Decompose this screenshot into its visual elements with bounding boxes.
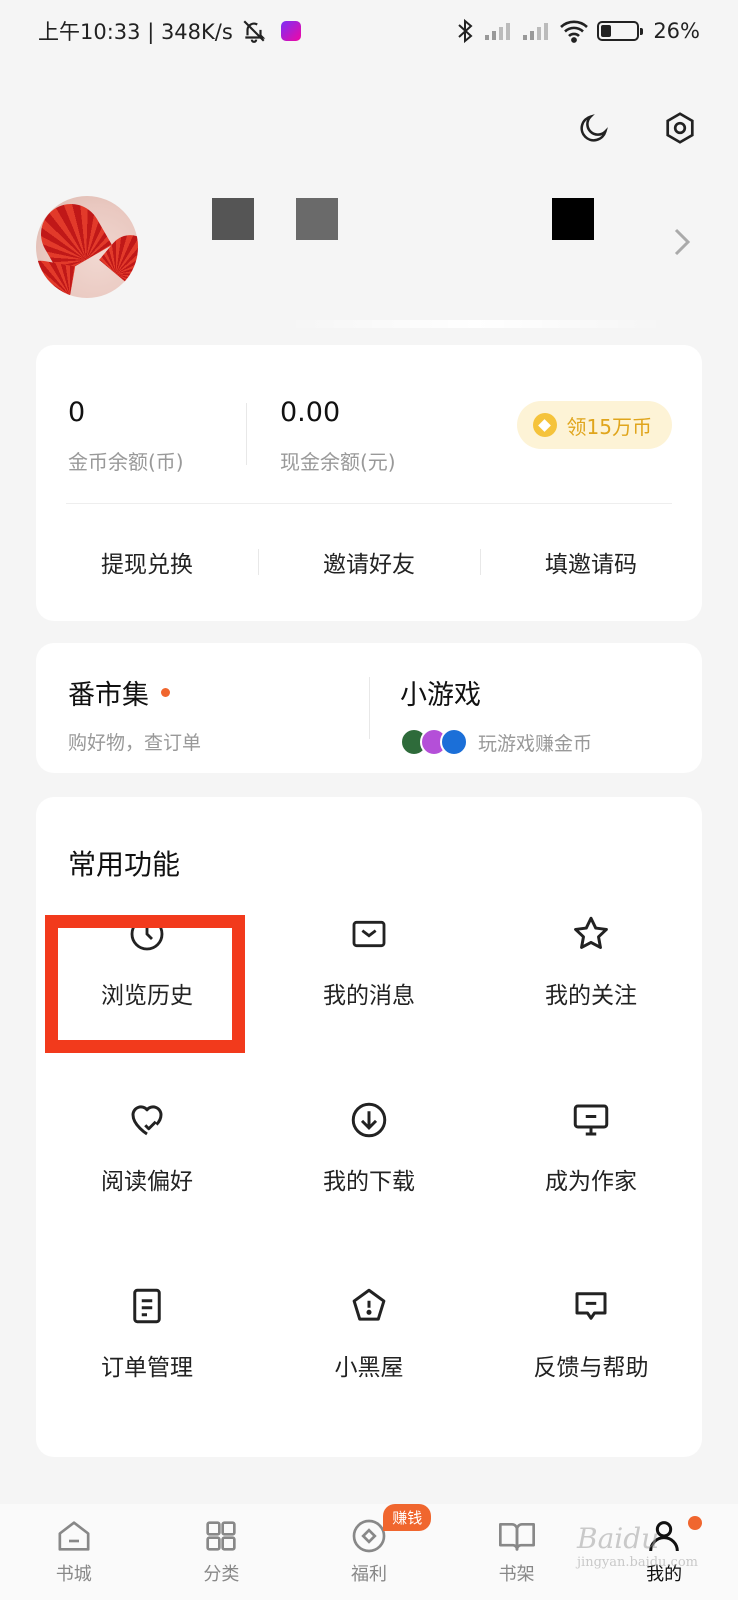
bluetooth-icon bbox=[458, 18, 473, 44]
game-avatars bbox=[400, 728, 468, 756]
tab-label: 福利 bbox=[350, 1564, 387, 1585]
feature-my-messages[interactable]: 我的消息 bbox=[258, 912, 480, 1010]
cash-balance-label: 现金余额(元) bbox=[280, 450, 396, 474]
avatar[interactable] bbox=[36, 196, 138, 298]
watermark-site: jingyan.baidu.com bbox=[577, 1555, 698, 1570]
night-mode-button[interactable] bbox=[574, 108, 614, 148]
mini-games-entry[interactable]: 小游戏 玩游戏赚金币 bbox=[400, 673, 592, 756]
common-features-card: 常用功能 浏览历史 我的消息 我的关注 阅读偏好 我的下载 成为作家 订单管理 … bbox=[36, 797, 702, 1457]
mail-icon bbox=[352, 920, 386, 948]
enter-invite-code-button[interactable]: 填邀请码 bbox=[480, 545, 702, 579]
coin-icon bbox=[532, 413, 557, 437]
feature-reading-preference[interactable]: 阅读偏好 bbox=[36, 1098, 258, 1196]
market-subtitle: 购好物，查订单 bbox=[68, 732, 202, 754]
profile-row[interactable] bbox=[36, 192, 702, 328]
redacted-block bbox=[212, 198, 254, 240]
game-icon bbox=[440, 728, 468, 756]
signal-icon-2 bbox=[523, 23, 549, 40]
new-dot-icon bbox=[161, 688, 170, 697]
feature-label: 阅读偏好 bbox=[101, 1169, 193, 1195]
claim-coins-button[interactable]: 领15万币 bbox=[516, 401, 672, 449]
watermark-brand: Baidu bbox=[577, 1522, 660, 1555]
highlight-box bbox=[45, 915, 245, 1053]
chevron-right-icon bbox=[674, 228, 691, 256]
settings-button[interactable] bbox=[660, 108, 700, 148]
games-subtitle: 玩游戏赚金币 bbox=[478, 732, 593, 755]
feature-label: 订单管理 bbox=[101, 1355, 193, 1381]
feature-feedback-help[interactable]: 反馈与帮助 bbox=[480, 1284, 702, 1382]
coin-balance-value: 0 bbox=[68, 397, 86, 428]
profile-underline bbox=[286, 320, 666, 328]
feature-order-management[interactable]: 订单管理 bbox=[36, 1284, 258, 1382]
tab-label: 分类 bbox=[203, 1564, 240, 1585]
status-left: 上午10:33 | 348K/s bbox=[38, 16, 301, 46]
feature-blacklist[interactable]: 小黑屋 bbox=[258, 1284, 480, 1382]
app-notification-icon bbox=[280, 21, 301, 41]
tab-welfare[interactable]: 福利 赚钱 bbox=[295, 1504, 443, 1600]
promo-card: 番市集 购好物，查订单 小游戏 玩游戏赚金币 bbox=[36, 643, 702, 773]
market-title: 番市集 bbox=[68, 680, 149, 711]
claim-coins-label: 领15万币 bbox=[566, 414, 652, 439]
cash-balance-value: 0.00 bbox=[280, 397, 341, 428]
tab-label: 书城 bbox=[55, 1564, 92, 1585]
battery-percent: 26% bbox=[653, 19, 700, 43]
tab-label: 书架 bbox=[498, 1564, 535, 1585]
moon-icon bbox=[580, 114, 608, 142]
status-time-speed: 上午10:33 | 348K/s bbox=[38, 20, 233, 44]
header-actions bbox=[574, 108, 700, 148]
profile-arrow[interactable] bbox=[672, 224, 692, 264]
feature-my-follows[interactable]: 我的关注 bbox=[480, 912, 702, 1010]
feature-label: 成为作家 bbox=[545, 1169, 637, 1195]
chat-alert-icon bbox=[575, 1292, 607, 1320]
feature-label: 我的下载 bbox=[323, 1169, 415, 1195]
pentagon-alert-icon bbox=[352, 1288, 386, 1321]
star-icon bbox=[574, 916, 608, 949]
games-title: 小游戏 bbox=[400, 680, 481, 711]
grid-icon bbox=[206, 1521, 237, 1551]
market-entry[interactable]: 番市集 购好物，查订单 bbox=[68, 673, 201, 755]
tab-bookshelf[interactable]: 书架 bbox=[443, 1504, 591, 1600]
feature-label: 我的关注 bbox=[545, 983, 637, 1009]
status-bar: 上午10:33 | 348K/s 26% bbox=[0, 0, 738, 62]
divider bbox=[246, 403, 247, 465]
tab-category[interactable]: 分类 bbox=[148, 1504, 296, 1600]
feature-label: 我的消息 bbox=[323, 983, 415, 1009]
home-icon bbox=[58, 1521, 90, 1551]
feature-become-writer[interactable]: 成为作家 bbox=[480, 1098, 702, 1196]
baidu-watermark: Baidu jingyan.baidu.com bbox=[577, 1522, 698, 1570]
wifi-icon bbox=[560, 20, 589, 43]
feature-label: 反馈与帮助 bbox=[533, 1355, 649, 1381]
divider bbox=[369, 677, 370, 739]
monitor-icon bbox=[573, 1104, 609, 1136]
document-icon bbox=[133, 1288, 161, 1324]
mute-bell-icon bbox=[243, 20, 266, 43]
feature-my-downloads[interactable]: 我的下载 bbox=[258, 1098, 480, 1196]
redacted-block bbox=[296, 198, 338, 240]
hexagon-gear-icon bbox=[666, 112, 694, 144]
status-right: 26% bbox=[455, 18, 700, 44]
redacted-block bbox=[552, 198, 594, 240]
battery-icon bbox=[597, 21, 644, 41]
withdraw-button[interactable]: 提现兑换 bbox=[36, 545, 258, 579]
earn-money-badge: 赚钱 bbox=[383, 1504, 432, 1531]
signal-icon bbox=[485, 23, 511, 40]
heart-check-icon bbox=[131, 1105, 163, 1136]
wallet-actions: 提现兑换 邀请好友 填邀请码 bbox=[36, 503, 702, 621]
download-icon bbox=[351, 1102, 387, 1138]
features-title: 常用功能 bbox=[68, 848, 181, 881]
coin-balance-label: 金币余额(币) bbox=[68, 450, 184, 474]
book-icon bbox=[498, 1523, 535, 1551]
invite-friends-button[interactable]: 邀请好友 bbox=[258, 545, 480, 579]
cash-balance[interactable]: 0.00 现金余额(元) bbox=[280, 397, 396, 475]
coin-balance[interactable]: 0 金币余额(币) bbox=[68, 397, 184, 475]
avatar-fade bbox=[150, 192, 170, 302]
tab-bookstore[interactable]: 书城 bbox=[0, 1504, 148, 1600]
feature-label: 小黑屋 bbox=[334, 1355, 404, 1381]
wallet-card: 0 金币余额(币) 0.00 现金余额(元) 领15万币 提现兑换 邀请好友 填… bbox=[36, 345, 702, 621]
